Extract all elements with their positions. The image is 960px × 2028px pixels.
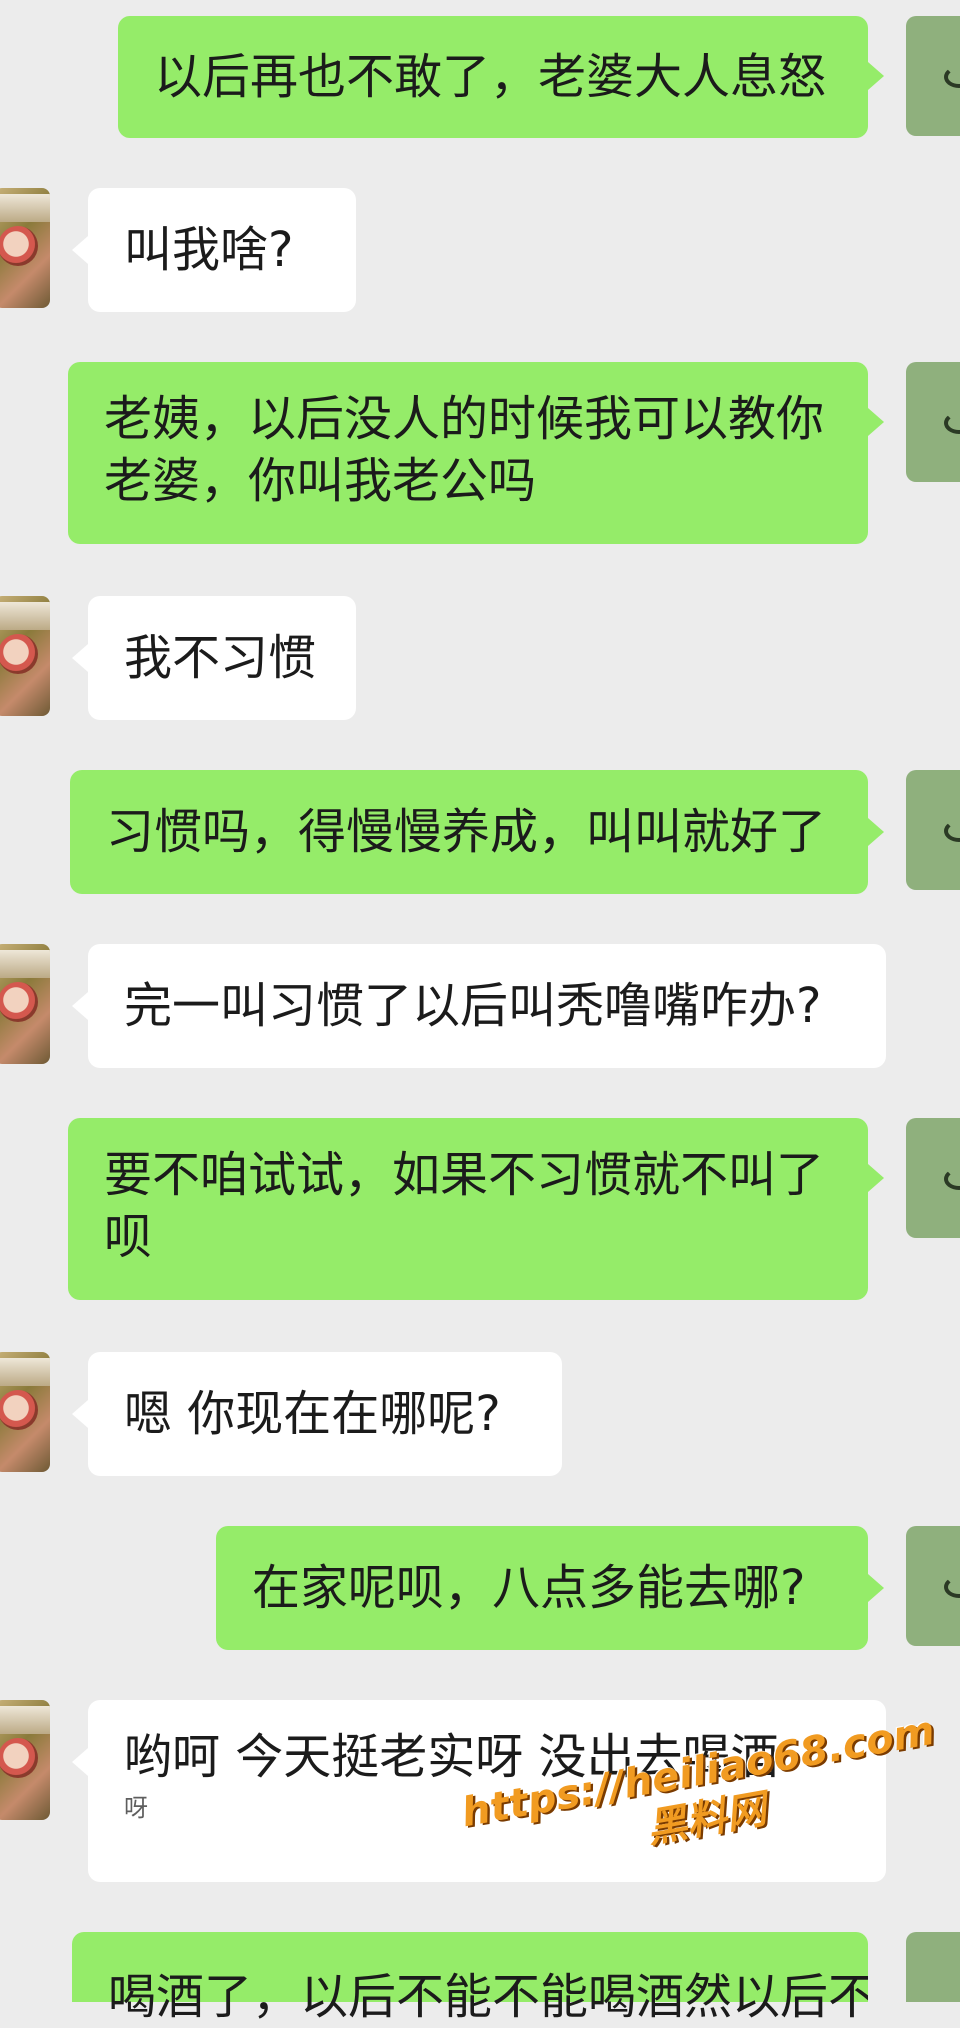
bubble-tail (72, 1400, 88, 1428)
user-avatar-icon[interactable] (906, 16, 960, 136)
message-text-line: 老婆，你叫我老公吗 (104, 453, 537, 509)
user-avatar-icon[interactable] (906, 362, 960, 482)
bubble-tail (868, 408, 884, 436)
message-text: 习惯吗，得慢慢养成，叫叫就好了 (106, 804, 827, 860)
message-bubble-sent[interactable]: 老姨，以后没人的时候我可以教你 老婆，你叫我老公吗 (68, 362, 868, 544)
message-text-line: 要不咱试试，如果不习惯就不叫了 (104, 1147, 825, 1203)
user-avatar-icon[interactable] (906, 770, 960, 890)
bubble-tail (72, 1748, 88, 1776)
contact-avatar-icon[interactable] (0, 1700, 50, 1820)
user-avatar-icon[interactable] (906, 1118, 960, 1238)
message-bubble-received[interactable]: 嗯 你现在在哪呢? (88, 1352, 562, 1476)
message-bubble-sent[interactable]: 喝酒了，以后不能不能喝酒然以后不 (72, 1932, 868, 2025)
message-text: 叫我啥? (124, 222, 294, 278)
message-text: 喝酒了，以后不能不能喝酒然以后不 (108, 1969, 868, 2025)
bubble-tail (868, 1164, 884, 1192)
message-text-line: 老姨，以后没人的时候我可以教你 (104, 391, 825, 447)
message-text: 在家呢呗，八点多能去哪? (252, 1560, 806, 1616)
user-avatar-icon[interactable] (906, 1932, 960, 2002)
bubble-tail (72, 644, 88, 672)
message-text: 以后再也不敢了，老婆大人息怒 (154, 49, 827, 105)
contact-avatar-icon[interactable] (0, 944, 50, 1064)
message-text: 完一叫习惯了以后叫秃噜嘴咋办? (124, 978, 822, 1034)
contact-avatar-icon[interactable] (0, 596, 50, 716)
message-bubble-sent[interactable]: 要不咱试试，如果不习惯就不叫了 呗 (68, 1118, 868, 1300)
bubble-tail (72, 236, 88, 264)
bubble-tail (868, 1574, 884, 1602)
bubble-tail (868, 818, 884, 846)
message-bubble-sent[interactable]: 以后再也不敢了，老婆大人息怒 (118, 16, 868, 138)
user-avatar-icon[interactable] (906, 1526, 960, 1646)
contact-avatar-icon[interactable] (0, 1352, 50, 1472)
message-bubble-sent[interactable]: 在家呢呗，八点多能去哪? (216, 1526, 868, 1650)
message-text: 我不习惯 (124, 630, 317, 686)
bubble-tail (868, 62, 884, 90)
message-bubble-received[interactable]: 叫我啥? (88, 188, 356, 312)
message-text-line: 呗 (104, 1209, 153, 1265)
bubble-tail (72, 992, 88, 1020)
message-text-line: 呀 (124, 1794, 148, 1822)
message-bubble-received[interactable]: 完一叫习惯了以后叫秃噜嘴咋办? (88, 944, 886, 1068)
contact-avatar-icon[interactable] (0, 188, 50, 308)
message-bubble-received[interactable]: 我不习惯 (88, 596, 356, 720)
message-text: 嗯 你现在在哪呢? (124, 1386, 501, 1442)
message-bubble-sent[interactable]: 习惯吗，得慢慢养成，叫叫就好了 (70, 770, 868, 894)
